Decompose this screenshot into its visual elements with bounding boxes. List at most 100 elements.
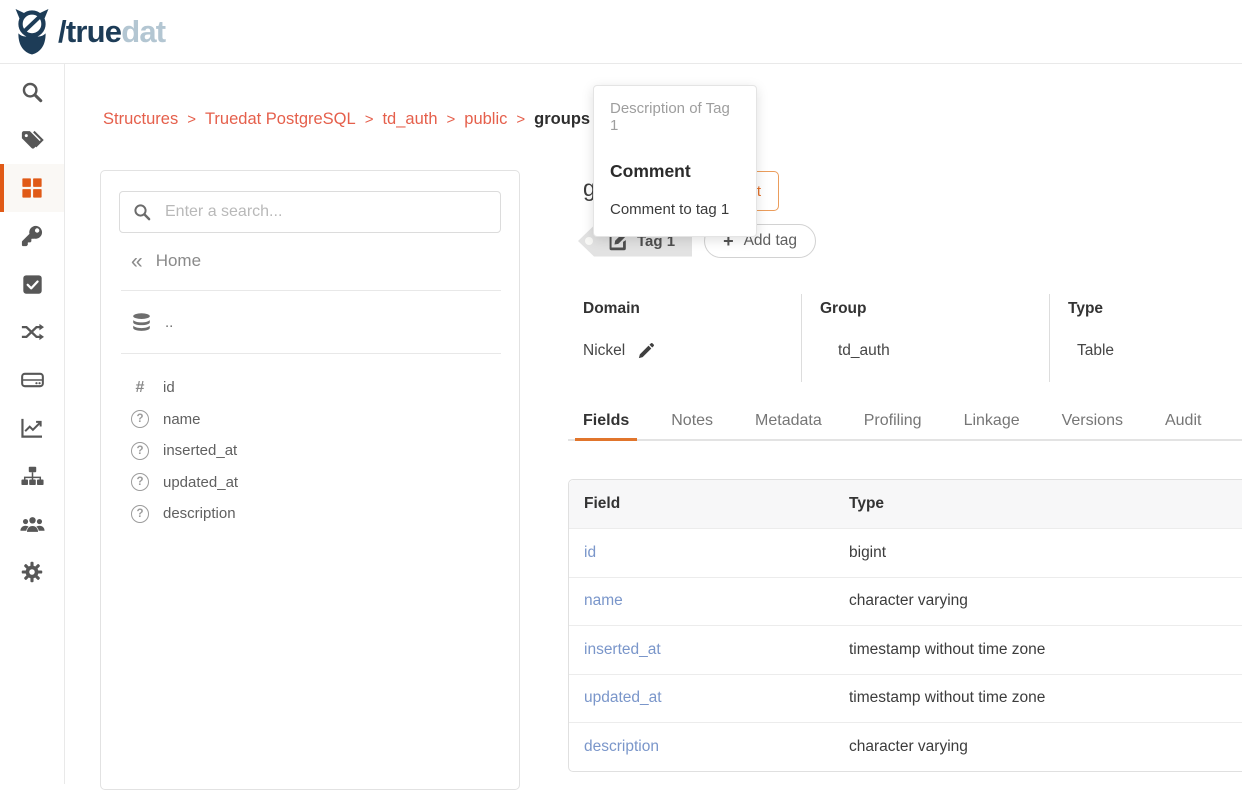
info-group-value: td_auth <box>820 342 1049 360</box>
info-domain-label: Domain <box>583 300 801 318</box>
breadcrumb-separator: > <box>365 111 374 128</box>
field-link[interactable]: updated_at <box>584 689 662 706</box>
tree-field-label: name <box>163 411 201 428</box>
info-group: Group td_auth <box>801 294 1049 382</box>
field-row: inserted_at timestamp without time zone <box>569 625 1242 674</box>
tree-parent-item[interactable]: .. <box>101 291 519 353</box>
main-sidebar <box>0 64 65 784</box>
field-type: timestamp without time zone <box>834 625 1242 674</box>
field-row: name character varying <box>569 577 1242 626</box>
sidebar-item-systems[interactable] <box>0 356 64 404</box>
tree-field-item[interactable]: ? inserted_at <box>131 435 519 467</box>
breadcrumb-separator: > <box>516 111 525 128</box>
database-icon <box>131 313 152 332</box>
field-link[interactable]: id <box>584 544 596 561</box>
tags-icon <box>21 129 44 151</box>
field-row: id bigint <box>569 528 1242 577</box>
collapse-icon: « <box>131 251 143 272</box>
fields-table: Field Type id bigint name character vary… <box>568 479 1242 772</box>
field-link[interactable]: name <box>584 592 623 609</box>
breadcrumb-link-schema[interactable]: public <box>464 110 507 129</box>
breadcrumb-current: groups <box>534 110 590 129</box>
tab-fields[interactable]: Fields <box>575 409 637 441</box>
fields-table-header-row: Field Type <box>569 480 1242 528</box>
divider <box>121 353 501 354</box>
info-group-label: Group <box>820 300 1049 318</box>
tree-field-item[interactable]: ? updated_at <box>131 467 519 499</box>
info-type-label: Type <box>1068 300 1242 318</box>
tooltip-description: Description of Tag 1 <box>610 100 740 134</box>
info-type: Type Table <box>1049 294 1242 382</box>
field-type: timestamp without time zone <box>834 674 1242 723</box>
unknown-type-icon: ? <box>131 505 149 523</box>
tree-home-item[interactable]: « Home <box>101 242 519 280</box>
tree-field-list: # id ? name ? inserted_at ? updated_at ?… <box>101 372 519 530</box>
edit-domain-icon[interactable] <box>637 342 655 360</box>
sidebar-item-taxonomy[interactable] <box>0 452 64 500</box>
shuffle-icon <box>21 322 44 342</box>
app-header: /truedat <box>0 0 1242 64</box>
breadcrumb-link-structures[interactable]: Structures <box>103 110 178 129</box>
field-link[interactable]: description <box>584 738 659 755</box>
gear-icon <box>21 561 43 583</box>
home-label: Home <box>156 251 201 271</box>
column-header-type: Type <box>834 480 1242 528</box>
sidebar-item-structures[interactable] <box>0 164 64 212</box>
field-row: description character varying <box>569 722 1242 771</box>
tree-parent-label: .. <box>165 314 173 331</box>
info-type-value: Table <box>1068 342 1242 360</box>
detail-tabs: Fields Notes Metadata Profiling Linkage … <box>568 409 1242 441</box>
unknown-type-icon: ? <box>131 473 149 491</box>
chart-line-icon <box>21 418 43 438</box>
sidebar-item-users[interactable] <box>0 500 64 548</box>
tree-field-label: description <box>163 505 236 522</box>
tag-hole <box>585 237 593 245</box>
breadcrumb-separator: > <box>187 111 196 128</box>
tab-versions[interactable]: Versions <box>1054 409 1131 439</box>
breadcrumb-separator: > <box>447 111 456 128</box>
unknown-type-icon: ? <box>131 442 149 460</box>
structure-tree-panel: « Home .. # id ? name ? inserted_at ? up… <box>100 170 520 790</box>
owl-logo-icon <box>13 8 51 55</box>
sidebar-item-lineage[interactable] <box>0 308 64 356</box>
unknown-type-icon: ? <box>131 410 149 428</box>
tree-field-item[interactable]: ? description <box>131 498 519 530</box>
field-type: character varying <box>834 722 1242 771</box>
tooltip-body: Comment to tag 1 <box>610 201 740 218</box>
tab-audit[interactable]: Audit <box>1157 409 1209 439</box>
search-icon <box>21 81 43 103</box>
truedat-logo[interactable]: /truedat <box>13 8 165 55</box>
sidebar-item-search[interactable] <box>0 68 64 116</box>
tab-metadata[interactable]: Metadata <box>747 409 830 439</box>
tag-tooltip: Description of Tag 1 Comment Comment to … <box>593 85 757 237</box>
sidebar-item-tags[interactable] <box>0 116 64 164</box>
sidebar-item-key[interactable] <box>0 212 64 260</box>
info-domain-value: Nickel <box>583 342 625 360</box>
sidebar-item-settings[interactable] <box>0 548 64 596</box>
tree-search-box <box>119 191 501 233</box>
tab-notes[interactable]: Notes <box>663 409 721 439</box>
grid-icon <box>21 177 43 199</box>
breadcrumb-link-database[interactable]: td_auth <box>382 110 437 129</box>
numeric-type-icon: # <box>131 379 149 397</box>
field-row: updated_at timestamp without time zone <box>569 674 1242 723</box>
sidebar-item-dashboards[interactable] <box>0 404 64 452</box>
structure-detail-panel: groups Comment Tag 1 + Add tag Domain Ni… <box>568 170 1242 772</box>
tab-linkage[interactable]: Linkage <box>956 409 1028 439</box>
tree-field-item[interactable]: # id <box>131 372 519 404</box>
field-link[interactable]: inserted_at <box>584 641 661 658</box>
breadcrumb-link-system[interactable]: Truedat PostgreSQL <box>205 110 356 129</box>
info-domain: Domain Nickel <box>568 294 801 382</box>
users-icon <box>20 515 45 534</box>
breadcrumb: Structures > Truedat PostgreSQL > td_aut… <box>103 110 590 129</box>
tree-field-item[interactable]: ? name <box>131 404 519 436</box>
tree-search-input[interactable] <box>163 202 500 222</box>
tree-field-label: inserted_at <box>163 442 237 459</box>
sidebar-item-quality[interactable] <box>0 260 64 308</box>
check-square-icon <box>22 274 43 295</box>
logo-wordmark: /truedat <box>58 14 165 50</box>
column-header-field: Field <box>569 480 834 528</box>
key-icon <box>21 225 43 247</box>
tree-field-label: id <box>163 379 175 396</box>
tab-profiling[interactable]: Profiling <box>856 409 930 439</box>
